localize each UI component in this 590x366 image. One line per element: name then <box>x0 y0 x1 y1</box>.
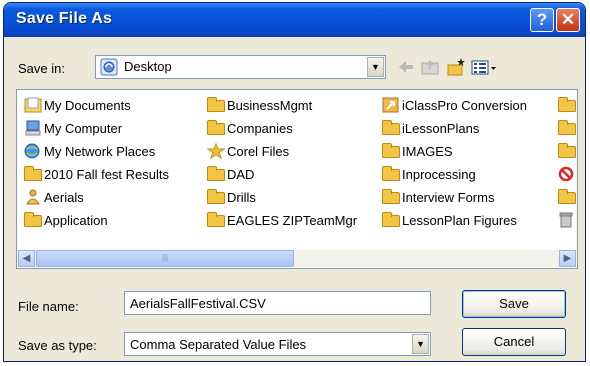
view-menu-icon[interactable] <box>470 57 498 77</box>
title-bar[interactable]: Save File As ? ✕ <box>4 3 585 37</box>
folder-icon <box>207 120 225 135</box>
folder-icon <box>207 166 225 181</box>
list-item[interactable] <box>558 211 577 231</box>
save-as-type-combo[interactable]: Comma Separated Value Files ▼ <box>124 332 431 356</box>
folder-icon <box>558 120 576 135</box>
scrollbar-thumb[interactable]: ||| <box>36 250 294 267</box>
folder-icon <box>382 166 400 181</box>
folder-icon <box>382 212 400 227</box>
save-in-value: Desktop <box>124 59 172 74</box>
up-folder-icon[interactable] <box>420 57 440 77</box>
save-as-type-label: Save as type: <box>18 338 97 353</box>
blocked-icon <box>558 166 574 182</box>
list-item[interactable] <box>558 188 577 208</box>
folder-icon <box>558 143 576 158</box>
list-item[interactable] <box>558 96 577 116</box>
save-button[interactable]: Save <box>462 290 566 318</box>
folder-icon <box>207 189 225 204</box>
my-documents-icon <box>24 97 42 113</box>
folder-icon <box>382 189 400 204</box>
window-title: Save File As <box>16 10 113 27</box>
scroll-left-icon[interactable]: ◀ <box>18 250 35 267</box>
horizontal-scrollbar[interactable]: ◀ ||| ▶ <box>18 250 576 267</box>
back-arrow-icon[interactable] <box>396 57 416 77</box>
folder-icon <box>558 189 576 204</box>
folder-icon <box>558 97 576 112</box>
close-button[interactable]: ✕ <box>556 8 580 32</box>
file-name-input[interactable]: AerialsFallFestival.CSV <box>124 291 431 315</box>
help-button[interactable]: ? <box>530 8 554 32</box>
new-folder-icon[interactable] <box>446 57 466 77</box>
file-name-label: File name: <box>18 299 79 314</box>
folder-icon <box>24 166 42 181</box>
save-in-combo[interactable]: Desktop ▼ <box>95 55 386 79</box>
save-in-label: Save in: <box>18 61 65 76</box>
folder-icon <box>24 212 42 227</box>
recycle-bin-icon <box>559 212 573 228</box>
folder-icon <box>382 143 400 158</box>
user-folder-icon <box>26 189 40 205</box>
network-places-icon <box>24 143 40 159</box>
save-file-dialog: Save File As ? ✕ Save in: Desktop ▼ My D… <box>3 2 586 362</box>
chevron-down-icon[interactable]: ▼ <box>367 57 384 77</box>
folder-icon <box>207 212 225 227</box>
cancel-button[interactable]: Cancel <box>462 328 566 356</box>
list-item[interactable] <box>558 165 577 185</box>
file-name-value: AerialsFallFestival.CSV <box>130 296 266 311</box>
folder-icon <box>207 97 225 112</box>
scroll-right-icon[interactable]: ▶ <box>559 250 576 267</box>
folder-icon <box>382 120 400 135</box>
my-computer-icon <box>25 120 41 136</box>
list-item[interactable] <box>558 142 577 162</box>
file-list[interactable]: My Documents My Computer My Network Plac… <box>16 89 578 269</box>
save-as-type-value: Comma Separated Value Files <box>130 337 307 352</box>
chevron-down-icon[interactable]: ▼ <box>412 334 429 354</box>
star-folder-icon <box>207 143 225 159</box>
desktop-icon <box>100 58 118 76</box>
list-item[interactable] <box>558 119 577 139</box>
shortcut-icon <box>382 97 399 113</box>
